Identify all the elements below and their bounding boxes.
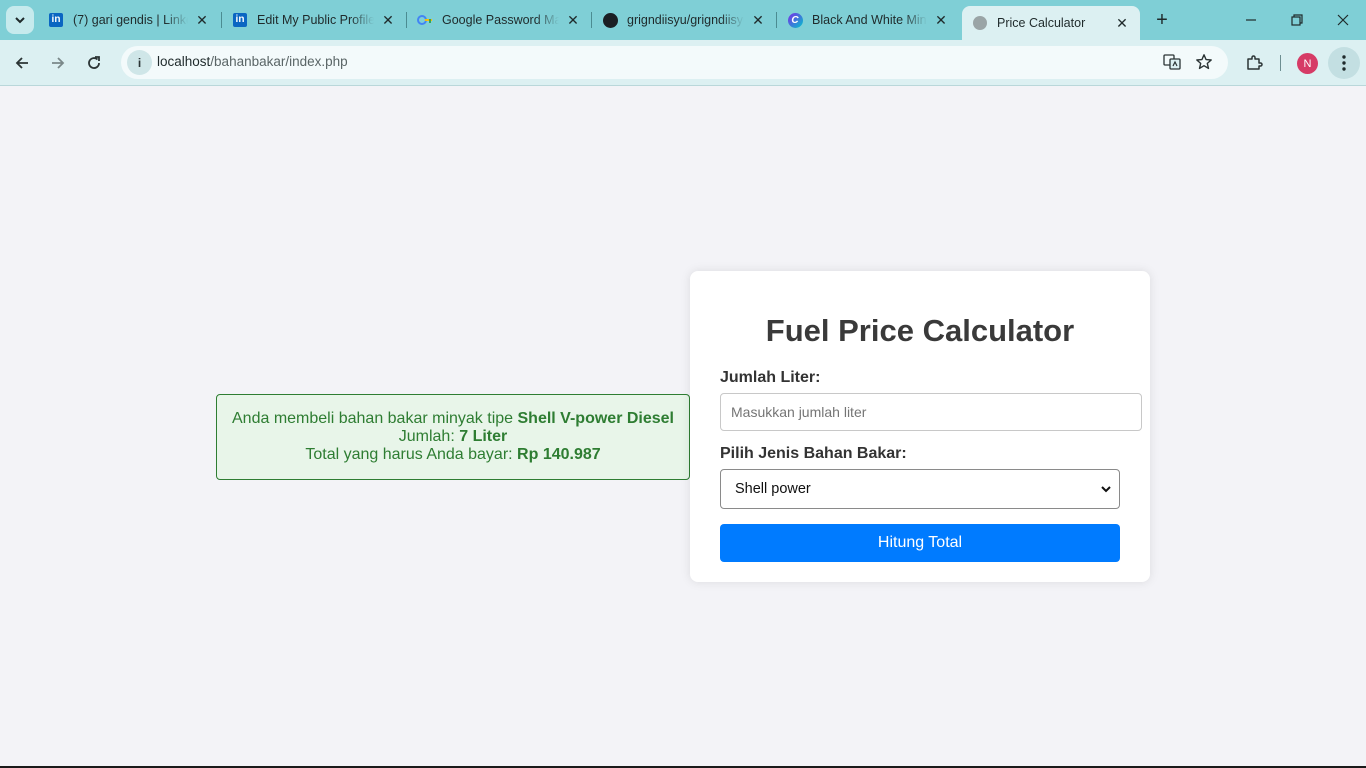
liter-label: Jumlah Liter:	[720, 369, 821, 386]
toolbar-divider	[1280, 55, 1281, 71]
tab-linkedin-edit-profile[interactable]: in Edit My Public Profile | LinkedIn ✕	[222, 0, 406, 40]
tab-github-repo[interactable]: grigndiisyu/grigndiisyu ✕	[592, 0, 776, 40]
tab-canva-design[interactable]: C Black And White Minimalist ✕	[777, 0, 959, 40]
tab-linkedin-profile[interactable]: in (7) gari gendis | LinkedIn ✕	[38, 0, 220, 40]
tab-google-password-manager[interactable]: Google Password Manager ✕	[407, 0, 591, 40]
close-icon[interactable]: ✕	[380, 12, 396, 28]
tab-title: Price Calculator	[997, 16, 1086, 30]
puzzle-icon	[1247, 55, 1263, 70]
back-button[interactable]	[8, 49, 36, 77]
tab-price-calculator[interactable]: Price Calculator ✕	[962, 6, 1140, 40]
browser-menu-button[interactable]	[1328, 47, 1360, 79]
arrow-left-icon	[15, 57, 28, 69]
result-line-total: Total yang harus Anda bayar: Rp 140.987	[217, 446, 689, 464]
github-icon	[602, 12, 618, 28]
linkedin-icon: in	[48, 12, 64, 28]
result-total: Rp 140.987	[517, 446, 601, 463]
canva-icon: C	[787, 12, 803, 28]
result-total-prefix: Total yang harus Anda bayar:	[305, 446, 518, 463]
tab-title: Google Password Manager	[442, 13, 559, 27]
linkedin-icon: in	[232, 12, 248, 28]
url-host: localhost	[157, 54, 211, 69]
fuel-type-label: Pilih Jenis Bahan Bakar:	[720, 445, 907, 462]
minimize-button[interactable]	[1239, 8, 1263, 32]
site-info-icon[interactable]: i	[127, 50, 152, 75]
result-fuel-type: Shell V-power Diesel	[517, 410, 675, 427]
address-bar[interactable]: i localhost/bahanbakar/index.php	[121, 46, 1228, 79]
chevron-down-icon	[1101, 486, 1111, 493]
liter-input[interactable]	[720, 393, 1142, 431]
tab-title: grigndiisyu/grigndiisyu	[627, 13, 744, 27]
close-icon[interactable]: ✕	[933, 12, 949, 28]
close-icon[interactable]: ✕	[194, 12, 210, 28]
close-icon[interactable]: ✕	[565, 12, 581, 28]
arrow-right-icon	[52, 57, 65, 69]
url-text[interactable]: localhost/bahanbakar/index.php	[157, 54, 348, 69]
tab-title: (7) gari gendis | LinkedIn	[73, 13, 188, 27]
browser-toolbar: i localhost/bahanbakar/index.php	[0, 40, 1366, 86]
restore-button[interactable]	[1285, 8, 1309, 32]
profile-avatar[interactable]: N	[1297, 53, 1318, 74]
reload-icon	[88, 56, 100, 69]
result-quantity: 7 Liter	[459, 428, 508, 445]
close-icon	[1337, 14, 1349, 26]
url-path: /bahanbakar/index.php	[210, 54, 348, 69]
result-fuel-prefix: Anda membeli bahan bakar minyak tipe	[232, 410, 518, 427]
tab-strip: in (7) gari gendis | LinkedIn ✕ in Edit …	[0, 0, 1366, 40]
tab-search-button[interactable]	[6, 6, 34, 34]
restore-icon	[1291, 14, 1303, 26]
forward-button[interactable]	[44, 49, 72, 77]
close-icon[interactable]: ✕	[750, 12, 766, 28]
result-line-fuel: Anda membeli bahan bakar minyak tipe She…	[217, 410, 689, 428]
chevron-down-icon	[15, 17, 25, 24]
calculate-total-button[interactable]: Hitung Total	[720, 524, 1120, 562]
result-line-quantity: Jumlah: 7 Liter	[217, 428, 689, 446]
more-vertical-icon	[1342, 55, 1346, 71]
reload-button[interactable]	[80, 49, 108, 77]
google-password-manager-icon	[417, 12, 433, 28]
result-message: Anda membeli bahan bakar minyak tipe She…	[216, 394, 690, 480]
tab-title: Edit My Public Profile | LinkedIn	[257, 13, 374, 27]
close-icon[interactable]: ✕	[1114, 15, 1130, 31]
fuel-type-select[interactable]: Shell power	[720, 469, 1120, 509]
page-viewport: Anda membeli bahan bakar minyak tipe She…	[0, 87, 1366, 767]
close-window-button[interactable]	[1331, 8, 1355, 32]
tab-title: Black And White Minimalist	[812, 13, 927, 27]
result-quantity-prefix: Jumlah:	[398, 428, 460, 445]
extensions-button[interactable]	[1240, 49, 1268, 77]
translate-icon[interactable]	[1161, 51, 1183, 73]
bookmark-star-icon[interactable]	[1193, 51, 1215, 73]
calculator-card: Fuel Price Calculator Jumlah Liter: Pili…	[690, 271, 1150, 582]
minimize-icon	[1246, 19, 1256, 21]
new-tab-button[interactable]: +	[1150, 8, 1174, 32]
page-title: Fuel Price Calculator	[765, 313, 1075, 348]
globe-icon	[972, 15, 988, 31]
fuel-type-selected-value: Shell power	[735, 481, 811, 497]
